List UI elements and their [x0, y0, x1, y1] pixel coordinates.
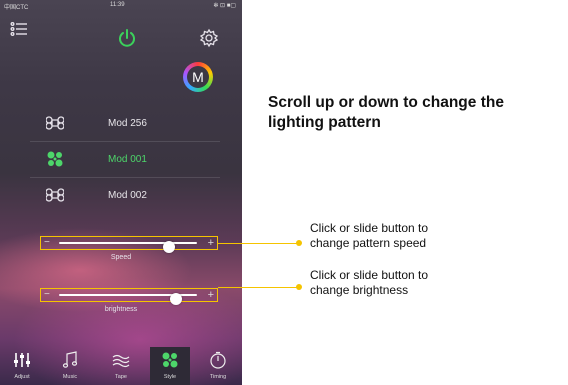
brightness-label: brightness [104, 306, 138, 313]
music-note-icon [62, 351, 78, 368]
mode-item-selected[interactable]: Mod 001 [0, 142, 242, 178]
menu-icon[interactable] [10, 20, 28, 38]
phone-screen: 中国CTC 11:39 ✻ ⊡ ■▢ M Mod 256 Mod 001 Mod… [0, 0, 242, 385]
mode-label: Mod 002 [108, 190, 147, 201]
status-time: 11:39 [110, 2, 125, 8]
status-icons: ✻ ⊡ ■▢ [213, 3, 236, 9]
headline-annotation: Scroll up or down to change the lighting… [268, 94, 504, 131]
wave-icon [112, 354, 130, 368]
stopwatch-icon [210, 351, 226, 369]
mode-badge-letter: M [187, 66, 209, 88]
speed-track[interactable] [59, 241, 197, 253]
status-bar: 中国CTC 11:39 ✻ ⊡ ■▢ [0, 0, 242, 11]
tab-adjust[interactable]: Adjust [2, 347, 42, 385]
brightness-decrease-button[interactable]: − [44, 289, 50, 301]
brightness-track[interactable] [59, 293, 197, 305]
tab-label: Tape [115, 374, 127, 380]
mode-item[interactable]: Mod 002 [0, 178, 242, 214]
tab-tape[interactable]: Tape [101, 347, 141, 385]
power-icon[interactable] [117, 28, 137, 48]
fan-icon [47, 151, 63, 167]
brightness-callout-line [218, 287, 298, 288]
fan-icon [162, 352, 178, 368]
brightness-callout-dot [296, 284, 302, 290]
brightness-slider[interactable]: − + [40, 288, 218, 305]
cmd-icon [46, 116, 64, 130]
brightness-callout-line1: Click or slide button to [310, 268, 429, 282]
bottom-tab-bar: Adjust Music Tape Style Timing [0, 347, 242, 385]
tab-label: Style [163, 374, 177, 380]
tab-style[interactable]: Style [150, 347, 190, 385]
sliders-icon [14, 353, 30, 367]
mode-label: Mod 256 [108, 118, 147, 129]
tab-label: Adjust [14, 374, 30, 380]
speed-increase-button[interactable]: + [208, 237, 214, 249]
gear-icon[interactable] [199, 28, 219, 48]
cmd-icon [46, 188, 64, 202]
speed-label: Speed [110, 254, 132, 261]
tab-label: Music [62, 374, 78, 380]
mode-label: Mod 001 [108, 154, 147, 165]
speed-callout: Click or slide button to change pattern … [310, 221, 428, 251]
brightness-callout: Click or slide button to change brightne… [310, 268, 428, 298]
speed-callout-line2: change pattern speed [310, 236, 427, 250]
tab-label: Timing [209, 374, 227, 380]
speed-callout-dot [296, 240, 302, 246]
brightness-increase-button[interactable]: + [208, 289, 214, 301]
speed-decrease-button[interactable]: − [44, 237, 50, 249]
speed-knob[interactable] [163, 241, 176, 253]
speed-slider[interactable]: − + [40, 236, 218, 253]
mode-badge[interactable]: M [183, 62, 213, 92]
tab-music[interactable]: Music [50, 347, 90, 385]
mode-item[interactable]: Mod 256 [0, 106, 242, 142]
brightness-callout-line2: change brightness [310, 283, 409, 297]
brightness-knob[interactable] [170, 293, 183, 305]
speed-callout-line1: Click or slide button to [310, 221, 429, 235]
carrier-text: 中国CTC [4, 5, 29, 11]
speed-callout-line [218, 243, 298, 244]
tab-timing[interactable]: Timing [198, 347, 238, 385]
